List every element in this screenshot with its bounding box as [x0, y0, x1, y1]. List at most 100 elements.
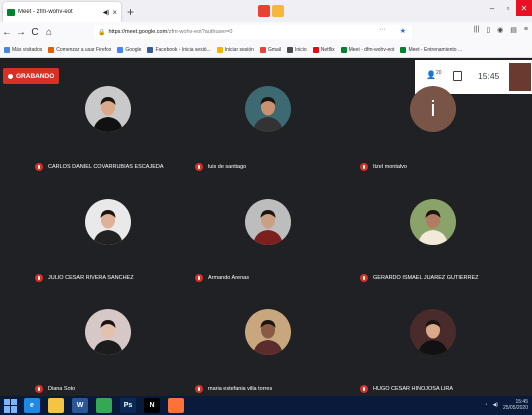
photoshop-taskbar-icon[interactable]: Ps	[120, 398, 136, 413]
participant-avatar	[85, 199, 131, 245]
home-button[interactable]: ⌂	[42, 27, 56, 38]
participant-name-tag: CARLOS DANIEL COVARRUBIAS ESCAJEDA	[35, 163, 164, 171]
bookmark-favicon-icon	[259, 46, 266, 53]
browser-nav-bar: ← → C ⌂ 🔒 https://meet.google.com /zfm-w…	[0, 22, 532, 42]
bookmark-item[interactable]: Facebook - Inicia sesió...	[147, 46, 211, 53]
bookmark-item[interactable]: Meet - dfm-wohv-eot	[340, 46, 395, 53]
edge-taskbar-icon[interactable]: e	[24, 398, 40, 413]
sidebar-icon[interactable]: ▯	[486, 26, 490, 34]
recording-label: GRABANDO	[16, 72, 55, 80]
page-actions-icon[interactable]: ···	[379, 26, 386, 33]
url-host: https://meet.google.com	[108, 29, 168, 35]
tab-title: Meet - zfm-wohv-eot	[18, 9, 73, 15]
minimize-button[interactable]: –	[484, 0, 500, 16]
bookmark-star-icon[interactable]: ★	[400, 27, 406, 35]
mic-off-icon	[360, 163, 368, 171]
participant-name: Diana Soto	[48, 386, 76, 392]
url-path: /zfm-wohv-eot?authuser=0	[167, 29, 233, 35]
account-icon[interactable]: ◉	[497, 26, 503, 34]
participant-name: JULIO CESAR RIVERA SANCHEZ	[48, 275, 134, 281]
bookmark-label: Netflix	[320, 46, 335, 53]
speaker-icon[interactable]: ◀)	[103, 9, 110, 16]
bookmark-label: Google	[125, 46, 142, 53]
library-icon[interactable]: |||	[474, 26, 479, 34]
bookmark-item[interactable]: Iniciar sesión	[216, 46, 254, 53]
participant-name: Armando Arenas	[208, 275, 249, 281]
mic-off-icon	[35, 385, 43, 393]
bookmark-item[interactable]: Más visitados	[4, 46, 42, 53]
bookmark-favicon-icon	[340, 46, 347, 53]
screen: Meet - zfm-wohv-eot ◀) × + – ▫ ✕ ← → C ⌂…	[0, 0, 532, 415]
participants-button[interactable]: 👤20	[426, 70, 442, 80]
chrome-taskbar-icon[interactable]	[96, 398, 112, 413]
start-button[interactable]	[4, 398, 18, 413]
participant-avatar	[245, 199, 291, 245]
participant-name: Itzel montalvo	[373, 164, 407, 170]
extension-icons	[258, 5, 284, 17]
bookmark-favicon-icon	[48, 46, 55, 53]
participant-name: HUGO CESAR HINOJOSA LIRA	[373, 386, 454, 392]
close-tab-icon[interactable]: ×	[112, 8, 117, 17]
window-controls: – ▫ ✕	[484, 0, 532, 16]
participant-name-tag: GERARDO ISMAEL JUAREZ GUTIERREZ	[360, 274, 479, 282]
files-taskbar-icon[interactable]	[48, 398, 64, 413]
bookmark-item[interactable]: Netflix	[312, 46, 335, 53]
mic-off-icon	[195, 163, 203, 171]
maximize-button[interactable]: ▫	[500, 0, 516, 16]
bookmark-favicon-icon	[147, 46, 154, 53]
netflix-taskbar-icon[interactable]: N	[144, 398, 160, 413]
mic-off-icon	[360, 274, 368, 282]
bookmark-favicon-icon	[4, 46, 10, 53]
participant-avatar	[245, 309, 291, 355]
meet-icon	[7, 8, 15, 16]
network-icon[interactable]: ◔	[484, 402, 487, 408]
back-button[interactable]: ←	[0, 27, 14, 38]
bookmark-item[interactable]: Meet - Entrenamiento ...	[400, 46, 462, 53]
firefox-taskbar-icon[interactable]	[168, 398, 184, 413]
recording-badge: GRABANDO	[3, 68, 60, 84]
extension-icon[interactable]	[272, 5, 284, 17]
participant-name-tag: HUGO CESAR HINOJOSA LIRA	[360, 385, 453, 393]
windows-taskbar: e W Ps N ◔ ◀) 15:45 25/05/2020	[0, 396, 532, 415]
volume-icon[interactable]: ◀)	[492, 402, 498, 408]
extension-icon[interactable]	[258, 5, 270, 17]
bookmark-item[interactable]: Comenzar a usar Firefox	[48, 46, 111, 53]
chat-icon[interactable]	[453, 71, 462, 81]
word-taskbar-icon[interactable]: W	[72, 398, 88, 413]
participant-name-tag: Itzel montalvo	[360, 163, 407, 171]
bookmark-favicon-icon	[216, 46, 223, 53]
bookmark-favicon-icon	[287, 46, 294, 53]
recording-dot-icon	[8, 73, 13, 79]
participant-name-tag: JULIO CESAR RIVERA SANCHEZ	[35, 274, 134, 282]
participant-avatar	[85, 86, 131, 132]
participant-avatar	[245, 86, 291, 132]
participant-count: 20	[435, 70, 442, 76]
browser-tab-strip: Meet - zfm-wohv-eot ◀) × + – ▫ ✕	[0, 0, 532, 22]
browser-tab-meet[interactable]: Meet - zfm-wohv-eot ◀) ×	[3, 2, 121, 22]
participant-name-tag: maria estefania villa torres	[195, 385, 272, 393]
bookmark-item[interactable]: Gmail	[259, 46, 281, 53]
system-tray: ◔ ◀) 15:45 25/05/2020	[484, 399, 528, 411]
meeting-clock: 15:45	[478, 71, 500, 81]
participant-name: luis de santiago	[208, 164, 247, 170]
self-view-thumbnail[interactable]	[509, 63, 531, 91]
forward-button[interactable]: →	[14, 27, 28, 38]
taskbar-clock[interactable]: 15:45 25/05/2020	[503, 399, 528, 411]
bookmark-item[interactable]: Google	[117, 46, 142, 53]
participant-name: GERARDO ISMAEL JUAREZ GUTIERREZ	[373, 275, 479, 281]
participant-avatar	[85, 309, 131, 355]
mic-off-icon	[195, 274, 203, 282]
url-bar[interactable]: 🔒 https://meet.google.com /zfm-wohv-eot?…	[94, 25, 412, 39]
reload-button[interactable]: C	[28, 27, 42, 38]
participant-avatar: i	[410, 86, 456, 132]
extension-icon[interactable]: ▤	[510, 26, 517, 34]
mic-off-icon	[360, 385, 368, 393]
close-window-button[interactable]: ✕	[516, 0, 532, 16]
new-tab-button[interactable]: +	[127, 5, 134, 19]
bookmark-item[interactable]: Inicio	[287, 46, 307, 53]
bookmark-favicon-icon	[117, 46, 124, 53]
menu-icon[interactable]: ≡	[524, 26, 528, 34]
bookmark-label: Meet - dfm-wohv-eot	[348, 46, 395, 53]
bookmark-favicon-icon	[400, 46, 407, 53]
mic-off-icon	[195, 385, 203, 393]
